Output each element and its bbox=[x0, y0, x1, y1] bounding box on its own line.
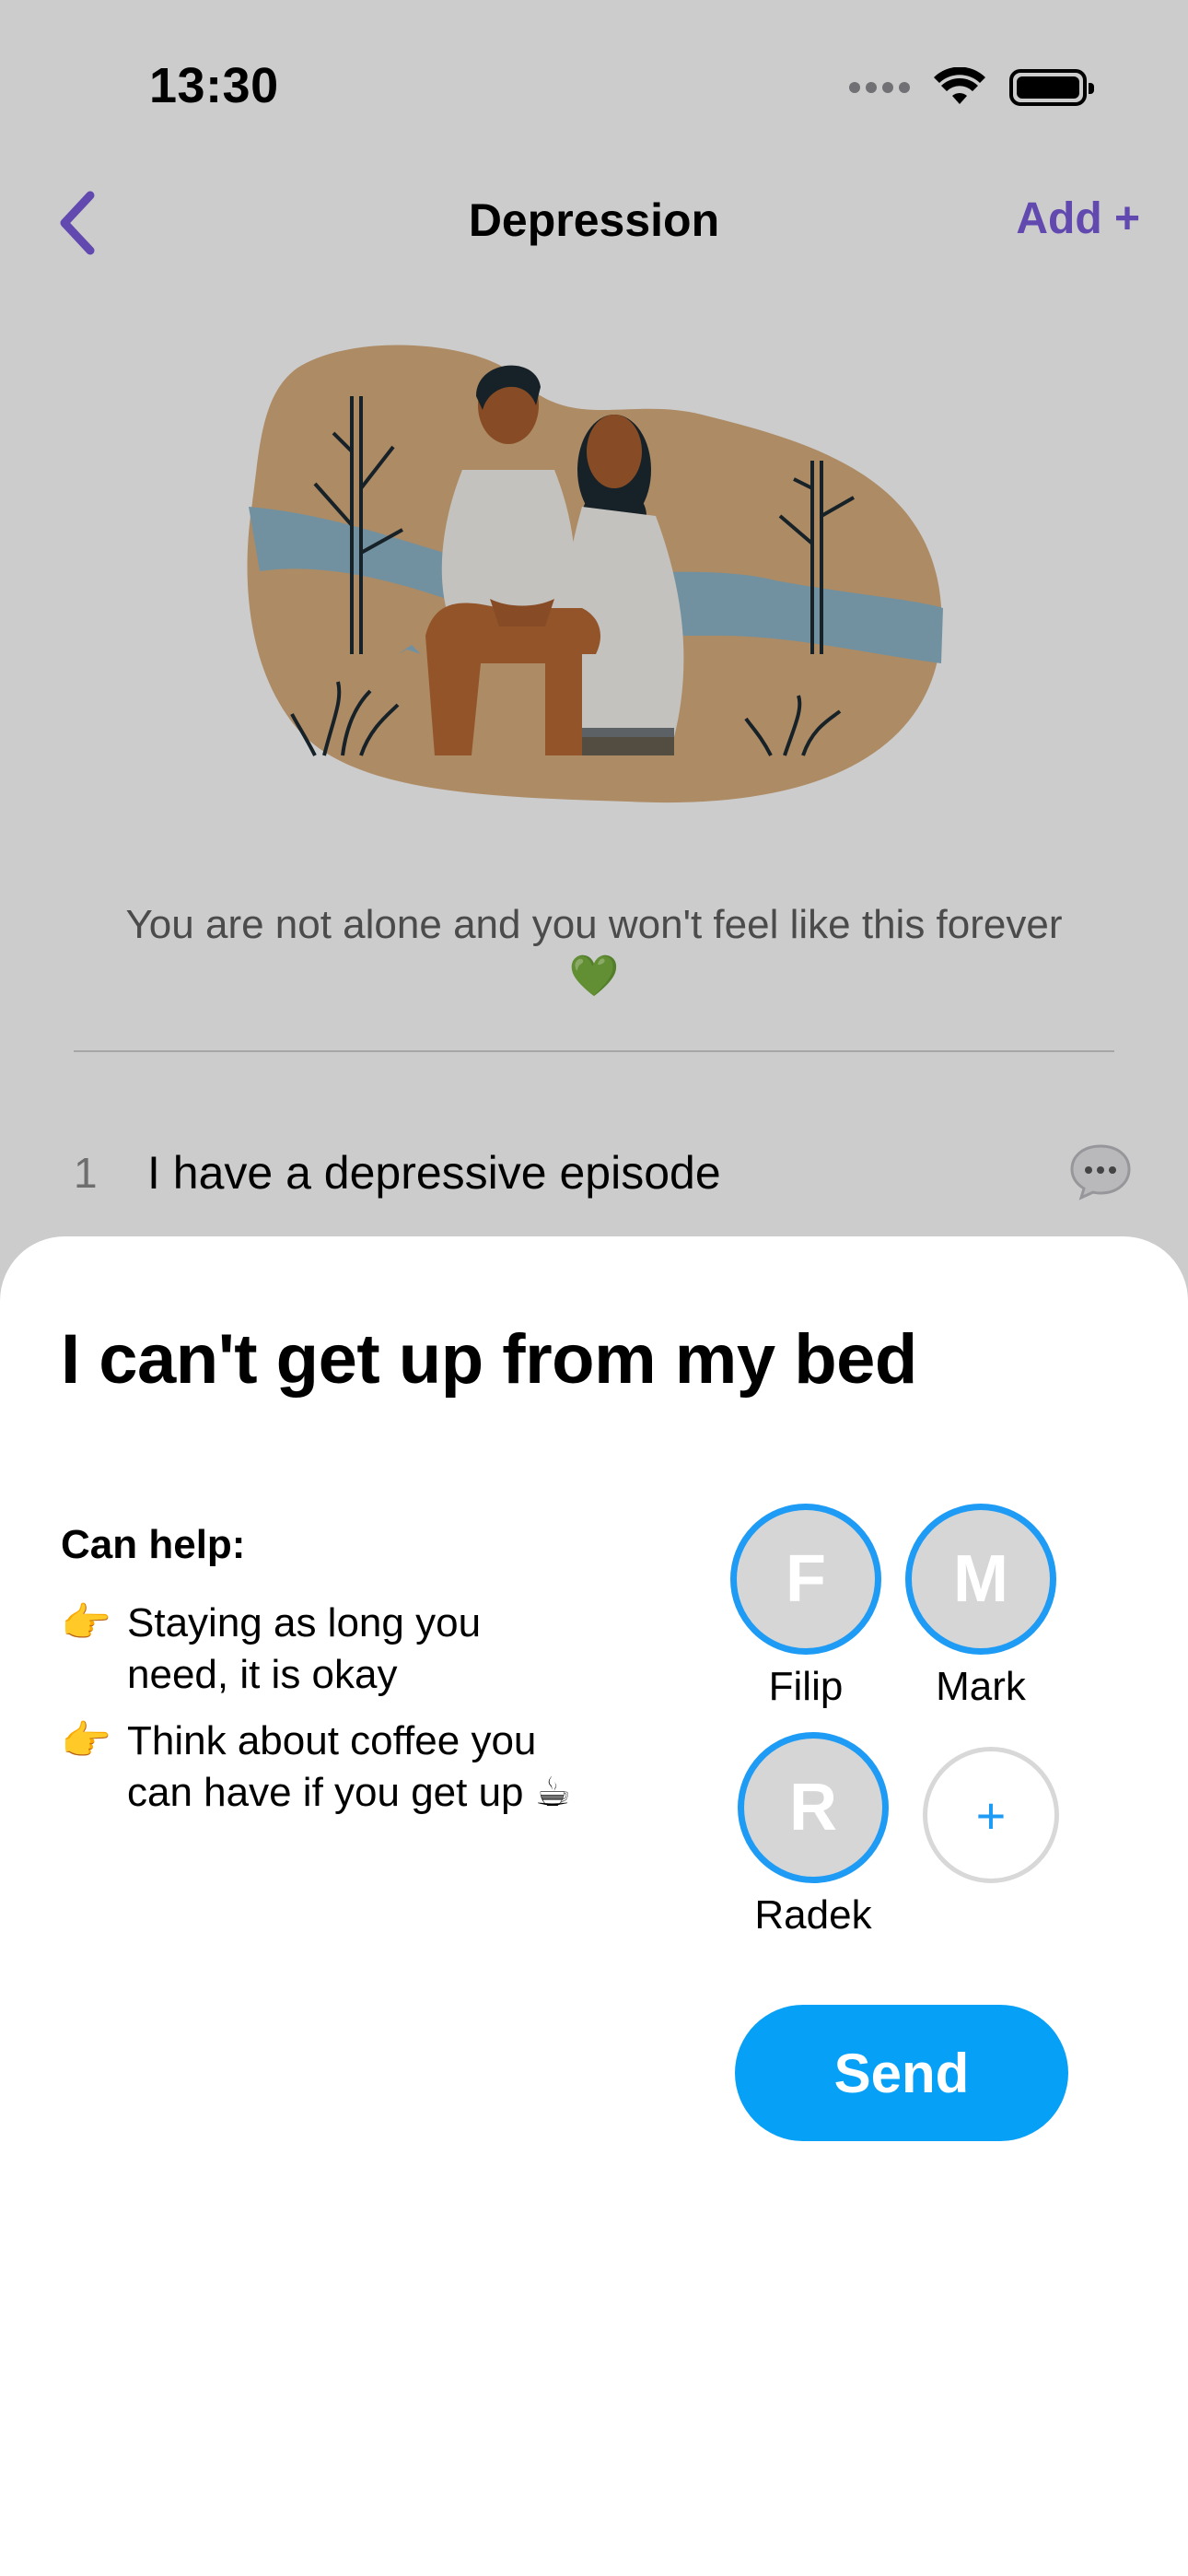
contact-radek[interactable]: R Radek bbox=[735, 1732, 891, 1938]
help-item: 👉 Think about coffee you can have if you… bbox=[61, 1715, 577, 1819]
couple-illustration bbox=[247, 345, 943, 803]
avatar: F bbox=[730, 1504, 881, 1655]
contact-name: Mark bbox=[936, 1664, 1026, 1709]
pointing-hand-icon: 👉 bbox=[61, 1718, 111, 1763]
help-item-text: Staying as long you need, it is okay bbox=[127, 1600, 482, 1697]
avatar: R bbox=[738, 1732, 889, 1883]
wifi-icon bbox=[934, 67, 985, 104]
sheet-title: I can't get up from my bed bbox=[61, 1320, 917, 1399]
contact-filip[interactable]: F Filip bbox=[728, 1504, 884, 1710]
contact-mark[interactable]: M Mark bbox=[903, 1504, 1059, 1710]
status-indicators bbox=[849, 64, 1094, 111]
cellular-signal-icon bbox=[849, 82, 910, 93]
contact-name: Radek bbox=[754, 1892, 872, 1938]
pointing-hand-icon: 👉 bbox=[61, 1600, 111, 1645]
add-button[interactable]: Add + bbox=[1016, 193, 1140, 244]
encouragement-quote: You are not alone and you won't feel lik… bbox=[125, 902, 1063, 999]
contact-name: Filip bbox=[768, 1664, 844, 1709]
bottom-sheet: I can't get up from my bed Can help: 👉 S… bbox=[0, 1236, 1188, 2576]
list-item-text: I have a depressive episode bbox=[147, 1147, 721, 1199]
avatar: M bbox=[905, 1504, 1056, 1655]
page-title: Depression bbox=[468, 194, 720, 246]
add-contact-button[interactable]: + bbox=[923, 1747, 1059, 1883]
list-item[interactable]: 1 I have a depressive episode bbox=[74, 1142, 1133, 1207]
chat-bubble-icon[interactable] bbox=[1068, 1142, 1133, 1201]
help-list: 👉 Staying as long you need, it is okay 👉… bbox=[61, 1598, 577, 1833]
help-item: 👉 Staying as long you need, it is okay bbox=[61, 1598, 577, 1701]
list-item-number: 1 bbox=[74, 1149, 98, 1197]
send-button[interactable]: Send bbox=[735, 2005, 1068, 2141]
help-item-text: Think about coffee you can have if you g… bbox=[127, 1718, 572, 1815]
status-time: 13:30 bbox=[149, 58, 279, 113]
contact-picker: F Filip M Mark R Radek + bbox=[728, 1504, 1114, 1964]
divider bbox=[74, 1050, 1114, 1052]
battery-icon bbox=[1009, 69, 1094, 106]
help-heading: Can help: bbox=[61, 1522, 246, 1567]
